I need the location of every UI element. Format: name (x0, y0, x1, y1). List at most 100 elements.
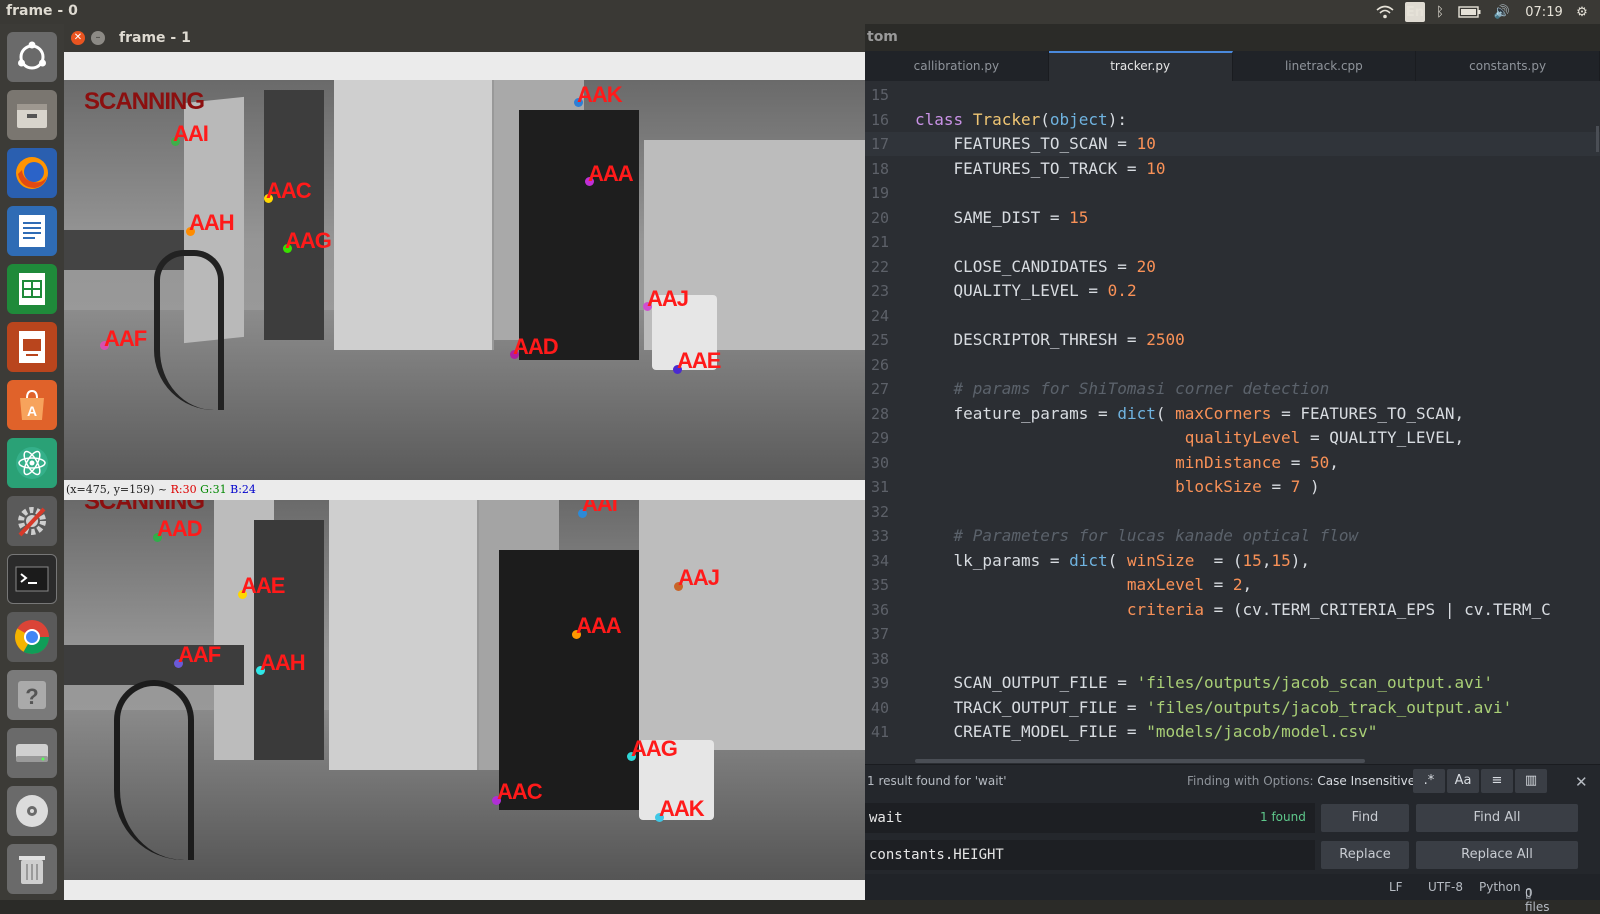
encoding-status[interactable]: UTF-8 (1428, 880, 1463, 894)
firefox-icon[interactable] (7, 148, 57, 198)
code-line[interactable]: 39 SCAN_OUTPUT_FILE = 'files/outputs/jac… (865, 671, 1600, 695)
calc-icon[interactable] (7, 264, 57, 314)
code-line[interactable]: 41 CREATE_MODEL_FILE = "models/jacob/mod… (865, 720, 1600, 744)
feature-label: AAJ (678, 565, 720, 590)
find-input[interactable]: wait (865, 803, 1315, 833)
gear-icon[interactable]: ⚙ (1570, 2, 1594, 22)
code-line[interactable]: 21 (865, 230, 1600, 254)
case-sensitive-toggle[interactable]: Aa (1447, 769, 1479, 793)
feature-label: AAH (189, 210, 235, 235)
code-line[interactable]: 17 FEATURES_TO_SCAN = 10 (865, 132, 1600, 156)
code-text: FEATURES_TO_TRACK = 10 (915, 158, 1166, 178)
line-number: 22 (870, 257, 889, 276)
code-line[interactable]: 20 SAME_DIST = 15 (865, 206, 1600, 230)
find-result-text: 1 result found for 'wait' (867, 774, 1007, 788)
code-line[interactable]: 35 maxLevel = 2, (865, 573, 1600, 597)
editor-tab-bar: callibration.py tracker.py linetrack.cpp… (865, 51, 1600, 81)
writer-icon[interactable] (7, 206, 57, 256)
dvd-icon[interactable] (7, 786, 57, 836)
code-line[interactable]: 33 # Parameters for lucas kanade optical… (865, 524, 1600, 548)
battery-icon[interactable] (1456, 2, 1484, 22)
in-selection-toggle[interactable]: ≡ (1481, 769, 1513, 793)
scanning-label: SCANNING (84, 500, 205, 515)
replace-all-button[interactable]: Replace All (1416, 841, 1578, 869)
tab-tracker-py[interactable]: tracker.py (1048, 51, 1233, 81)
horizontal-scrollbar[interactable] (915, 759, 1365, 763)
whole-word-toggle[interactable]: ▥ (1515, 769, 1547, 793)
find-all-button[interactable]: Find All (1416, 804, 1578, 832)
feature-label: AAG (631, 736, 678, 761)
code-area[interactable]: 15 16 class Tracker(object): 17 FEATURES_TO… (865, 81, 1600, 761)
code-line[interactable]: 37 (865, 622, 1600, 646)
found-count: 1 found (1260, 810, 1306, 824)
line-number: 17 (870, 135, 889, 153)
chrome-icon[interactable] (7, 612, 57, 662)
feature-label: AAF (104, 326, 147, 351)
replace-button[interactable]: Replace (1321, 841, 1409, 869)
clock[interactable]: 07:19 (1522, 2, 1566, 22)
keyboard-layout-indicator[interactable]: En (1405, 2, 1425, 22)
tab-linetrack-cpp[interactable]: linetrack.cpp (1233, 51, 1417, 81)
code-line[interactable]: 27 # params for ShiTomasi corner detecti… (865, 377, 1600, 401)
feature-label: AAJ (647, 286, 689, 311)
close-find-icon[interactable]: ✕ (1575, 773, 1588, 791)
code-line[interactable]: 29 qualityLevel = QUALITY_LEVEL, (865, 426, 1600, 450)
code-line[interactable]: 19 (865, 181, 1600, 205)
code-line[interactable]: 31 blockSize = 7 ) (865, 475, 1600, 499)
line-number: 34 (870, 551, 889, 570)
code-line[interactable]: 18 FEATURES_TO_TRACK = 10 (865, 157, 1600, 181)
feature-label: AAG (285, 228, 332, 253)
line-number: 23 (870, 282, 889, 300)
trash-icon[interactable] (7, 844, 57, 894)
code-line[interactable]: 40 TRACK_OUTPUT_FILE = 'files/outputs/ja… (865, 696, 1600, 720)
line-number: 26 (870, 355, 889, 374)
code-line[interactable]: 24 (865, 304, 1600, 328)
replace-input[interactable]: constants.HEIGHT (865, 840, 1315, 870)
ubuntu-dash-icon[interactable] (7, 32, 57, 82)
editor-titlebar[interactable]: tom (865, 24, 1600, 51)
scanning-label: SCANNING (84, 88, 205, 115)
code-line[interactable]: 15 (865, 83, 1600, 107)
code-line[interactable]: 23 QUALITY_LEVEL = 0.2 (865, 279, 1600, 303)
files-icon[interactable] (7, 90, 57, 140)
line-ending-status[interactable]: LF (1389, 880, 1403, 894)
code-line[interactable]: 30 minDistance = 50, (865, 451, 1600, 475)
bluetooth-icon[interactable]: ᛒ (1430, 2, 1450, 22)
close-icon[interactable]: ✕ (71, 31, 85, 45)
code-line[interactable]: 32 (865, 500, 1600, 524)
terminal-icon[interactable] (7, 554, 57, 604)
find-button[interactable]: Find (1321, 804, 1409, 832)
vertical-scrollbar[interactable] (1596, 126, 1599, 152)
disk-icon[interactable] (7, 728, 57, 778)
camera-frame-top[interactable]: SCANNING AAI AAC AAH AAG AAF AAK AAA AAJ… (64, 80, 865, 480)
feature-label: AAD (157, 516, 203, 541)
line-number: 38 (870, 649, 889, 668)
regex-toggle[interactable]: .* (1413, 769, 1445, 793)
code-line[interactable]: 36 criteria = (cv.TERM_CRITERIA_EPS | cv… (865, 598, 1600, 622)
help-icon[interactable]: ? (7, 670, 57, 720)
minimize-icon[interactable]: – (91, 31, 105, 45)
line-number: 28 (870, 404, 889, 423)
code-line[interactable]: 22 CLOSE_CANDIDATES = 20 (865, 255, 1600, 279)
tab-constants-py[interactable]: constants.py (1416, 51, 1600, 81)
tab-callibration-py[interactable]: callibration.py (865, 51, 1049, 81)
code-line[interactable]: 25 DESCRIPTOR_THRESH = 2500 (865, 328, 1600, 352)
system-settings-icon[interactable] (7, 496, 57, 546)
atom-icon[interactable] (7, 438, 57, 488)
line-number: 35 (870, 576, 889, 594)
code-text: SAME_DIST = 15 (915, 207, 1089, 227)
wifi-icon[interactable] (1373, 2, 1397, 22)
volume-icon[interactable]: 🔊 (1490, 2, 1514, 22)
impress-icon[interactable] (7, 322, 57, 372)
software-center-icon[interactable]: A (7, 380, 57, 430)
code-line[interactable]: 34 lk_params = dict( winSize = (15,15), (865, 549, 1600, 573)
code-line[interactable]: 26 (865, 353, 1600, 377)
line-number: 32 (870, 502, 889, 521)
syntax-status[interactable]: Python (1479, 880, 1521, 894)
code-line[interactable]: 16 class Tracker(object): (865, 108, 1600, 132)
find-options-value: Case Insensitive (1317, 774, 1416, 788)
code-line[interactable]: 38 (865, 647, 1600, 671)
code-line[interactable]: 28 feature_params = dict( maxCorners = F… (865, 402, 1600, 426)
frame-window-titlebar[interactable]: ✕ – frame - 1 (64, 24, 865, 52)
camera-frame-bottom[interactable]: SCANNING AAD AAE AAF AAH AAI AAJ AAA AAG… (64, 500, 865, 880)
